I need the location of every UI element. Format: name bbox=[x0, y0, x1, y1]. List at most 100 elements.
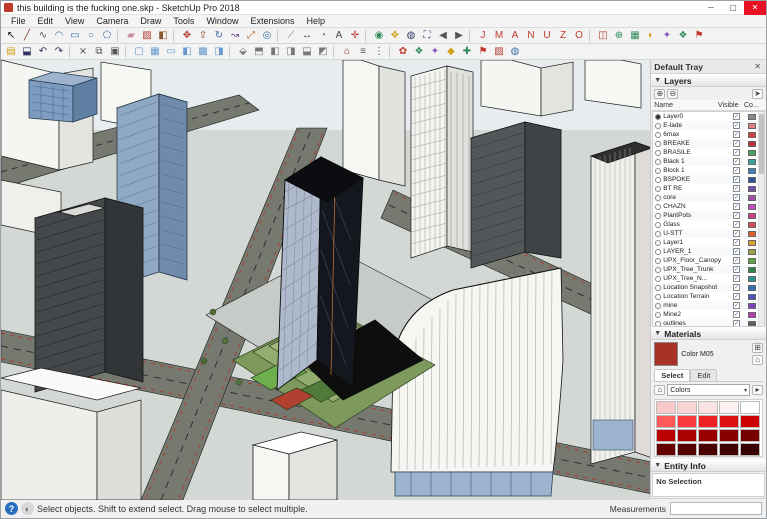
add-location-icon[interactable]: ⊕ bbox=[612, 29, 627, 43]
menu-draw[interactable]: Draw bbox=[134, 16, 167, 26]
push-pull-tool-icon[interactable]: ⇧ bbox=[196, 29, 211, 43]
layer-color-swatch[interactable] bbox=[748, 204, 756, 210]
letter-Z-plugin-icon[interactable]: Z bbox=[556, 29, 571, 43]
layer-visible-checkbox[interactable]: ✓ bbox=[733, 140, 740, 147]
layer-color-swatch[interactable] bbox=[748, 177, 756, 183]
material-swatch[interactable] bbox=[656, 443, 676, 456]
paint-bucket-icon[interactable]: ▨ bbox=[140, 29, 155, 43]
remove-layer-button[interactable]: ⊖ bbox=[667, 89, 678, 99]
extension-b-icon[interactable]: ❖ bbox=[676, 29, 691, 43]
letter-A-plugin-icon[interactable]: A bbox=[508, 29, 523, 43]
menu-help[interactable]: Help bbox=[300, 16, 331, 26]
building-wireframe-tower[interactable] bbox=[411, 66, 473, 258]
extension-i-icon[interactable]: ⚑ bbox=[476, 45, 491, 59]
letter-J-plugin-icon[interactable]: J bbox=[476, 29, 491, 43]
copy-icon[interactable]: ⧉ bbox=[92, 45, 107, 59]
layer-active-radio[interactable] bbox=[655, 222, 661, 228]
layer-name[interactable]: Glass bbox=[663, 221, 733, 228]
column-color[interactable]: Co... bbox=[744, 102, 766, 109]
layer-visible-checkbox[interactable]: ✓ bbox=[733, 167, 740, 174]
letter-M-plugin-icon[interactable]: M bbox=[492, 29, 507, 43]
layer-row[interactable]: 6max✓ bbox=[653, 130, 764, 139]
layer-visible-checkbox[interactable]: ✓ bbox=[733, 122, 740, 129]
layer-row[interactable]: Location Terrain✓ bbox=[653, 292, 764, 301]
layer-visible-checkbox[interactable]: ✓ bbox=[733, 221, 740, 228]
zoom-tool-icon[interactable]: ◍ bbox=[404, 29, 419, 43]
previous-view-icon[interactable]: ◀ bbox=[436, 29, 451, 43]
layer-row[interactable]: UPX_Floor_Canopy✓ bbox=[653, 256, 764, 265]
polygon-tool-icon[interactable]: ⬠ bbox=[100, 29, 115, 43]
layer-visible-checkbox[interactable]: ✓ bbox=[733, 248, 740, 255]
layers-section-header[interactable]: ▼ Layers bbox=[651, 74, 766, 87]
layer-name[interactable]: BT RE bbox=[663, 185, 733, 192]
move-tool-icon[interactable]: ✥ bbox=[180, 29, 195, 43]
layer-visible-checkbox[interactable]: ✓ bbox=[733, 257, 740, 264]
layer-row[interactable]: core✓ bbox=[653, 193, 764, 202]
back-view-icon[interactable]: ⬓ bbox=[300, 45, 315, 59]
next-view-icon[interactable]: ▶ bbox=[452, 29, 467, 43]
layer-visible-checkbox[interactable]: ✓ bbox=[733, 131, 740, 138]
layer-visible-checkbox[interactable]: ✓ bbox=[733, 158, 740, 165]
material-swatch[interactable] bbox=[719, 415, 739, 428]
layers-scrollbar[interactable] bbox=[758, 112, 764, 326]
tab-edit[interactable]: Edit bbox=[690, 369, 717, 381]
layer-visible-checkbox[interactable]: ✓ bbox=[733, 302, 740, 309]
building-ribbed-tower-right[interactable] bbox=[591, 142, 650, 464]
menu-file[interactable]: File bbox=[5, 16, 32, 26]
layer-row[interactable]: Black 1✓ bbox=[653, 157, 764, 166]
layer-name[interactable]: outlines bbox=[663, 320, 733, 327]
material-swatch[interactable] bbox=[740, 443, 760, 456]
rotate-tool-icon[interactable]: ↻ bbox=[212, 29, 227, 43]
3d-viewport[interactable] bbox=[1, 60, 650, 500]
extension-c-icon[interactable]: ⚑ bbox=[692, 29, 707, 43]
layer-active-radio[interactable] bbox=[655, 240, 661, 246]
building-white-tower-bottom[interactable] bbox=[253, 432, 337, 500]
material-swatch[interactable] bbox=[740, 429, 760, 442]
undo-icon[interactable]: ↶ bbox=[36, 45, 51, 59]
layer-color-swatch[interactable] bbox=[748, 150, 756, 156]
layer-visible-checkbox[interactable]: ✓ bbox=[733, 239, 740, 246]
layer-row[interactable]: Glass✓ bbox=[653, 220, 764, 229]
layer-color-swatch[interactable] bbox=[748, 141, 756, 147]
layer-visible-checkbox[interactable]: ✓ bbox=[733, 293, 740, 300]
layer-visible-checkbox[interactable]: ✓ bbox=[733, 284, 740, 291]
menu-view[interactable]: View bbox=[59, 16, 90, 26]
layer-color-swatch[interactable] bbox=[748, 213, 756, 219]
layer-name[interactable]: BRASILE bbox=[663, 149, 733, 156]
material-swatch[interactable] bbox=[698, 415, 718, 428]
layer-row[interactable]: BRASILE✓ bbox=[653, 148, 764, 157]
orbit-tool-icon[interactable]: ◉ bbox=[372, 29, 387, 43]
building-blue-box[interactable] bbox=[29, 72, 97, 122]
line-tool-icon[interactable]: ╱ bbox=[20, 29, 35, 43]
layer-active-radio[interactable] bbox=[655, 177, 661, 183]
text-tool-icon[interactable]: A bbox=[332, 29, 347, 43]
layer-name[interactable]: UPX_Tree_Trunk bbox=[663, 266, 733, 273]
layer-color-swatch[interactable] bbox=[748, 294, 756, 300]
warehouse-icon[interactable]: ⌂ bbox=[340, 45, 355, 59]
extension-k-icon[interactable]: ◍ bbox=[508, 45, 523, 59]
tray-close-icon[interactable]: ✕ bbox=[752, 62, 763, 71]
maximize-button[interactable]: ▢ bbox=[722, 1, 744, 15]
layer-visible-checkbox[interactable]: ✓ bbox=[733, 230, 740, 237]
material-swatch[interactable] bbox=[719, 401, 739, 414]
layer-name[interactable]: CHAZN bbox=[663, 203, 733, 210]
layers-list[interactable]: Layer0✓E-lade✓6max✓BREAKE✓BRASILE✓Black … bbox=[652, 111, 765, 327]
menu-edit[interactable]: Edit bbox=[32, 16, 60, 26]
layer-active-radio[interactable] bbox=[655, 276, 661, 282]
tab-select[interactable]: Select bbox=[654, 369, 690, 381]
layer-active-radio[interactable] bbox=[655, 186, 661, 192]
layers-detail-button[interactable]: ➤ bbox=[752, 89, 763, 99]
shaded-mode-icon[interactable]: ◧ bbox=[180, 45, 195, 59]
material-swatch[interactable] bbox=[698, 401, 718, 414]
material-swatch[interactable] bbox=[698, 443, 718, 456]
layer-name[interactable]: UPX_Tree_N... bbox=[663, 275, 733, 282]
layer-name[interactable]: Location Terrain bbox=[663, 293, 733, 300]
axes-tool-icon[interactable]: ✛ bbox=[348, 29, 363, 43]
column-name[interactable]: Name bbox=[654, 102, 718, 109]
layer-row[interactable]: Layer1✓ bbox=[653, 238, 764, 247]
set-default-material-button[interactable]: ⌂ bbox=[752, 355, 763, 365]
front-view-icon[interactable]: ◧ bbox=[268, 45, 283, 59]
layer-active-radio[interactable] bbox=[655, 213, 661, 219]
material-swatch[interactable] bbox=[719, 429, 739, 442]
tape-measure-icon[interactable]: ⟋ bbox=[284, 29, 299, 43]
